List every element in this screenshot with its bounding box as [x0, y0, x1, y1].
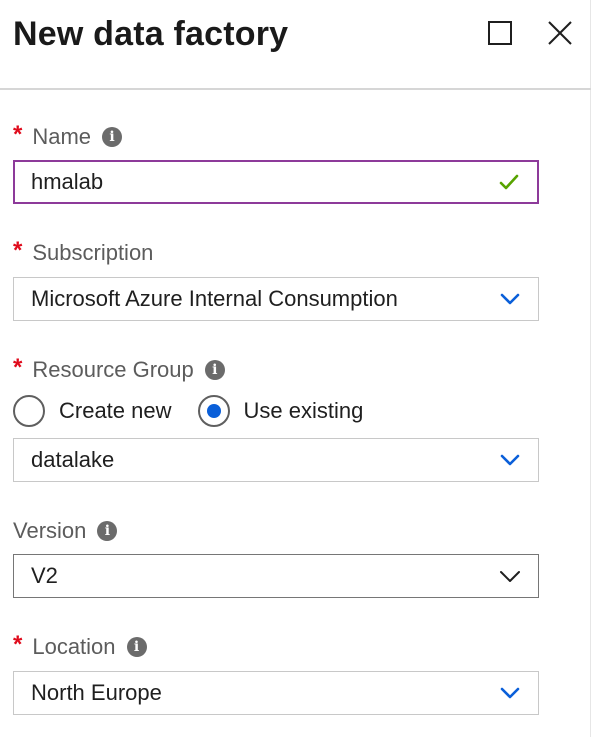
resource-group-dropdown[interactable]: datalake [13, 438, 539, 482]
use-existing-radio[interactable]: Use existing [197, 395, 364, 427]
version-label-text: Version [13, 518, 87, 543]
subscription-value: Microsoft Azure Internal Consumption [31, 286, 398, 311]
maximize-button[interactable] [484, 16, 518, 50]
create-new-radio[interactable]: Create new [13, 395, 172, 427]
required-marker: * [13, 237, 23, 264]
subscription-dropdown[interactable]: Microsoft Azure Internal Consumption [13, 277, 539, 321]
blade-title: New data factory [13, 15, 289, 53]
chevron-down-icon [499, 565, 521, 587]
close-icon [548, 21, 572, 45]
subscription-label-text: Subscription [32, 240, 154, 265]
radio-unchecked-icon [13, 395, 45, 427]
info-icon[interactable]: i [97, 521, 118, 541]
new-data-factory-blade: New data factory * Name i hmalab * Subsc [0, 0, 591, 737]
name-label-text: Name [32, 124, 92, 149]
required-marker: * [13, 121, 23, 148]
info-icon[interactable]: i [102, 127, 123, 147]
name-input[interactable]: hmalab [13, 160, 539, 204]
info-icon[interactable]: i [204, 360, 225, 380]
resource-group-label: * Resource Group i [13, 355, 225, 385]
required-marker: * [13, 631, 23, 658]
radio-checked-icon [197, 395, 230, 427]
valid-check-icon [498, 171, 520, 193]
version-label: Version i [13, 516, 118, 546]
location-dropdown[interactable]: North Europe [13, 671, 539, 715]
location-label: * Location i [13, 632, 147, 662]
version-value: V2 [31, 563, 58, 588]
chevron-down-icon [499, 288, 521, 310]
chevron-down-icon [499, 449, 521, 471]
blade-header: New data factory [0, 0, 591, 90]
resource-group-radio-group: Create new Use existing [13, 393, 389, 429]
info-icon[interactable]: i [126, 637, 147, 657]
resource-group-label-text: Resource Group [32, 357, 194, 382]
close-button[interactable] [543, 16, 577, 50]
name-label: * Name i [13, 121, 123, 152]
maximize-icon [488, 21, 512, 45]
version-select[interactable]: V2 [13, 554, 539, 598]
required-marker: * [13, 354, 23, 381]
chevron-down-icon [499, 682, 521, 704]
name-input-value: hmalab [31, 169, 104, 194]
resource-group-value: datalake [31, 447, 115, 472]
location-value: North Europe [31, 680, 162, 705]
subscription-label: * Subscription [13, 238, 153, 268]
use-existing-label: Use existing [243, 398, 364, 423]
create-new-label: Create new [59, 398, 172, 423]
location-label-text: Location [32, 634, 116, 659]
